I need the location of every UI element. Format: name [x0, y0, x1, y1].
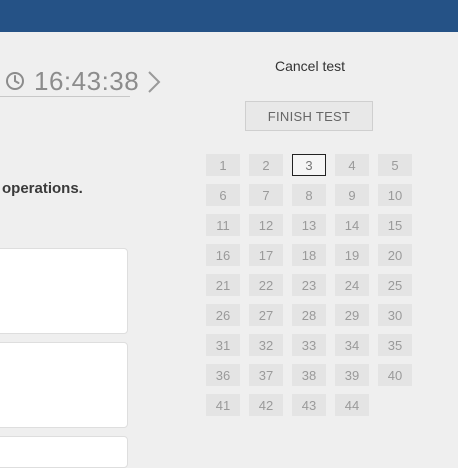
question-nav-item[interactable]: 38	[292, 364, 326, 386]
question-nav-item[interactable]: 19	[335, 244, 369, 266]
question-nav-item[interactable]: 36	[206, 364, 240, 386]
question-nav-item[interactable]: 42	[249, 394, 283, 416]
question-nav-item[interactable]: 11	[206, 214, 240, 236]
question-nav-item[interactable]: 12	[249, 214, 283, 236]
question-nav-item[interactable]: 41	[206, 394, 240, 416]
question-nav-item[interactable]: 2	[249, 154, 283, 176]
question-nav-item[interactable]: 27	[249, 304, 283, 326]
chevron-right-icon[interactable]	[145, 70, 163, 94]
question-nav-item[interactable]: 40	[378, 364, 412, 386]
timer-value: 16:43:38	[34, 66, 140, 96]
cancel-test-link[interactable]: Cancel test	[244, 58, 376, 74]
question-nav-item[interactable]: 30	[378, 304, 412, 326]
answer-option[interactable]	[0, 248, 128, 334]
top-header-bar	[0, 0, 458, 32]
question-nav-item[interactable]: 21	[206, 274, 240, 296]
question-nav-item[interactable]: 23	[292, 274, 326, 296]
question-nav-item[interactable]: 16	[206, 244, 240, 266]
question-nav-item[interactable]: 1	[206, 154, 240, 176]
question-nav-item[interactable]: 22	[249, 274, 283, 296]
question-nav-item[interactable]: 28	[292, 304, 326, 326]
question-nav-item[interactable]: 18	[292, 244, 326, 266]
answer-option[interactable]	[0, 342, 128, 428]
question-nav-item[interactable]: 20	[378, 244, 412, 266]
question-nav-item[interactable]: 13	[292, 214, 326, 236]
clock-icon	[4, 70, 26, 92]
timer: 16:43:38	[4, 66, 139, 96]
answer-option[interactable]	[0, 436, 128, 468]
question-nav-item[interactable]: 5	[378, 154, 412, 176]
question-nav-item[interactable]: 24	[335, 274, 369, 296]
question-nav-item[interactable]: 25	[378, 274, 412, 296]
question-nav-item[interactable]: 8	[292, 184, 326, 206]
question-nav-item[interactable]: 3	[292, 154, 326, 176]
question-text: operations.	[2, 180, 83, 197]
question-nav-item[interactable]: 17	[249, 244, 283, 266]
question-nav-item[interactable]: 14	[335, 214, 369, 236]
question-navigator: 1 2 3 4 5 6 7 8 9 10 11 12 13 14 15 16 17 18 19 20 21 22 23 24 2…	[206, 154, 412, 416]
question-nav-item[interactable]: 10	[378, 184, 412, 206]
question-nav-item[interactable]: 26	[206, 304, 240, 326]
question-nav-item[interactable]: 6	[206, 184, 240, 206]
question-nav-item[interactable]: 33	[292, 334, 326, 356]
question-nav-item[interactable]: 39	[335, 364, 369, 386]
question-nav-item[interactable]: 43	[292, 394, 326, 416]
question-nav-item[interactable]: 44	[335, 394, 369, 416]
question-nav-item[interactable]: 31	[206, 334, 240, 356]
question-nav-item[interactable]: 34	[335, 334, 369, 356]
question-nav-item[interactable]: 4	[335, 154, 369, 176]
question-nav-item[interactable]: 7	[249, 184, 283, 206]
question-nav-item[interactable]: 35	[378, 334, 412, 356]
timer-underline	[0, 96, 130, 97]
question-nav-item[interactable]: 32	[249, 334, 283, 356]
question-nav-item[interactable]: 29	[335, 304, 369, 326]
question-nav-item[interactable]: 37	[249, 364, 283, 386]
question-nav-item[interactable]: 15	[378, 214, 412, 236]
question-nav-item[interactable]: 9	[335, 184, 369, 206]
finish-test-button[interactable]: FINISH TEST	[245, 101, 373, 131]
